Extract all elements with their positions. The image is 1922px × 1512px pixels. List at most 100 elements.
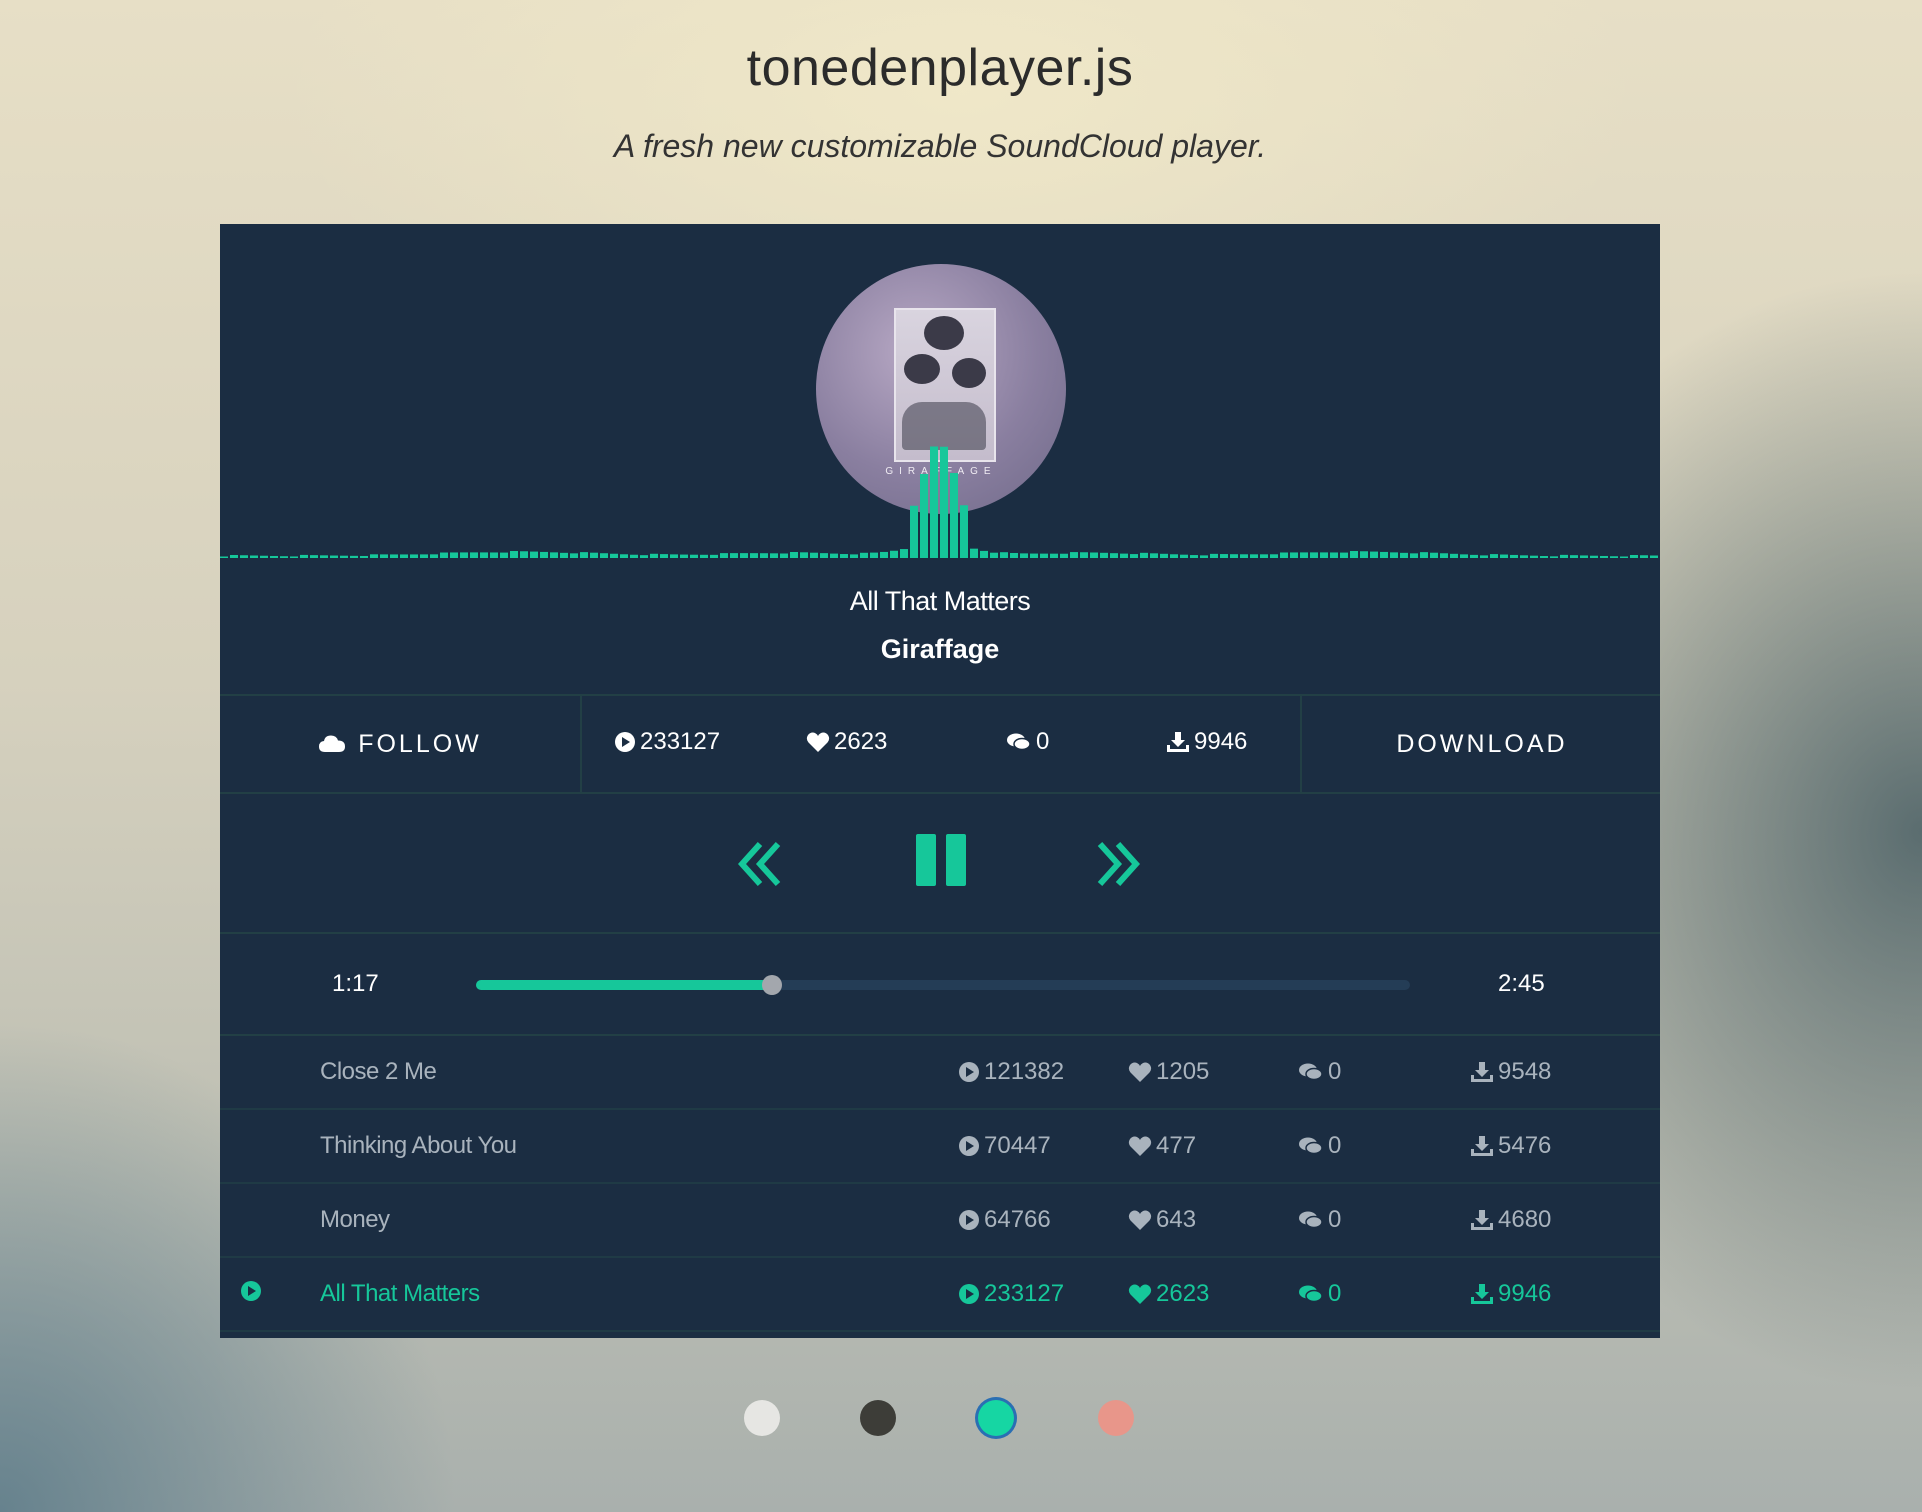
visualizer-bar [470,552,478,558]
visualizer-bar [950,473,958,558]
visualizer-bar [990,552,998,558]
track-row[interactable]: All That Matters 233127 2623 0 9946 [220,1258,1660,1332]
double-chevron-left-icon[interactable] [738,840,782,888]
visualizer-bar [350,555,358,558]
comments-icon [1299,1063,1323,1081]
theme-swatches [0,1398,1922,1442]
visualizer-bar [1430,552,1438,558]
visualizer-bar [230,554,238,558]
player: GIRAFFAGE All That Matters Giraffage FOL… [220,224,1660,1338]
track-likes: 1205 [1128,1058,1209,1086]
play-circle-icon [959,1062,979,1082]
visualizer-bar [360,555,368,558]
seek-handle[interactable] [762,975,783,995]
visualizer-bar [1480,555,1488,558]
visualizer-bar [710,554,718,558]
visualizer-bar [1380,551,1388,558]
track-plays-value: 233127 [984,1280,1065,1307]
visualizer-bar [1530,555,1538,558]
seek-bar-fill [476,980,773,990]
download-icon [1471,1284,1493,1304]
download-label: DOWNLOAD [1396,729,1568,758]
visualizer-bar [830,553,838,558]
double-chevron-right-icon[interactable] [1096,840,1140,888]
follow-button[interactable]: FOLLOW [220,696,582,792]
visualizer-bar [1110,553,1118,558]
track-likes-value: 1205 [1156,1058,1210,1085]
visualizer-bar [690,554,698,558]
stats-row: FOLLOW 233127 2623 0 9946 DOWNLOAD [220,694,1660,794]
visualizer-bar [530,551,538,558]
theme-swatch[interactable] [744,1400,780,1436]
track-comments: 0 [1298,1206,1341,1234]
visualizer-bar [490,552,498,558]
track-downloads-value: 9548 [1498,1058,1552,1085]
visualizer-bar [1040,553,1048,558]
visualizer-bar [590,552,598,558]
visualizer-bar [900,549,908,558]
visualizer-bar [860,552,868,558]
stat-likes: 2623 [806,696,887,788]
visualizer-bar [1490,554,1498,558]
visualizer-bar [1250,554,1258,558]
visualizer-bar [620,554,628,558]
pause-icon[interactable] [914,834,968,886]
visualizer-bar [570,553,578,558]
visualizer-bar [810,552,818,558]
heart-icon [1128,1062,1152,1082]
visualizer-bar [400,554,408,558]
theme-swatch[interactable] [978,1400,1014,1436]
visualizer-bar [250,555,258,558]
seek-bar[interactable] [476,975,1410,995]
visualizer-bar [1240,554,1248,558]
visualizer-bar [280,556,288,558]
visualizer-bar [770,553,778,558]
visualizer-bar [750,553,758,558]
visualizer-bar [1260,554,1268,558]
visualizer-bar [460,552,468,558]
visualizer-bar [940,446,948,558]
stat-downloads: 9946 [1166,696,1247,788]
now-playing-indicator [240,1280,262,1309]
visualizer-bar [1280,552,1288,558]
track-downloads: 9548 [1470,1058,1551,1086]
visualizer-bar [1400,552,1408,558]
visualizer-bar [1160,553,1168,558]
visualizer-bar [340,555,348,558]
download-button[interactable]: DOWNLOAD [1300,696,1660,792]
visualizer-bar [1590,555,1598,558]
theme-swatch[interactable] [860,1400,896,1436]
visualizer-bar [1470,554,1478,558]
visualizer-bar [320,555,328,558]
visualizer-bar [550,552,558,558]
visualizer-bar [700,554,708,558]
visualizer-bar [1640,555,1648,558]
visualizer-bar [1610,556,1618,558]
track-comments-value: 0 [1328,1058,1342,1085]
visualizer-bar [1310,552,1318,558]
visualizer-bar [640,555,648,558]
page-subtitle: A fresh new customizable SoundCloud play… [613,128,1267,164]
stat-downloads-value: 9946 [1194,728,1248,755]
visualizer-bar [890,550,898,558]
visualizer-bar [1020,553,1028,558]
visualizer-bar [1630,554,1638,558]
track-row[interactable]: Thinking About You 70447 477 0 5476 [220,1110,1660,1184]
track-plays-value: 121382 [984,1058,1065,1085]
track-row[interactable]: Money 64766 643 0 4680 [220,1184,1660,1258]
visualizer-bar [1180,554,1188,558]
visualizer-bar [220,556,228,558]
visualizer-bar [1150,553,1158,558]
theme-swatch[interactable] [1098,1400,1134,1436]
visualizer-bar [1130,554,1138,558]
visualizer-bar [1410,553,1418,558]
page-title: tonedenplayer.js [746,39,1134,97]
track-likes: 643 [1128,1206,1196,1234]
track-likes: 477 [1128,1132,1196,1160]
track-row[interactable]: Close 2 Me 121382 1205 0 9548 [220,1036,1660,1110]
visualizer-bar [450,552,458,558]
visualizer-bar [1030,553,1038,558]
track-comments: 0 [1298,1280,1341,1308]
track-downloads-value: 4680 [1498,1206,1552,1233]
stat-comments: 0 [1006,696,1049,788]
